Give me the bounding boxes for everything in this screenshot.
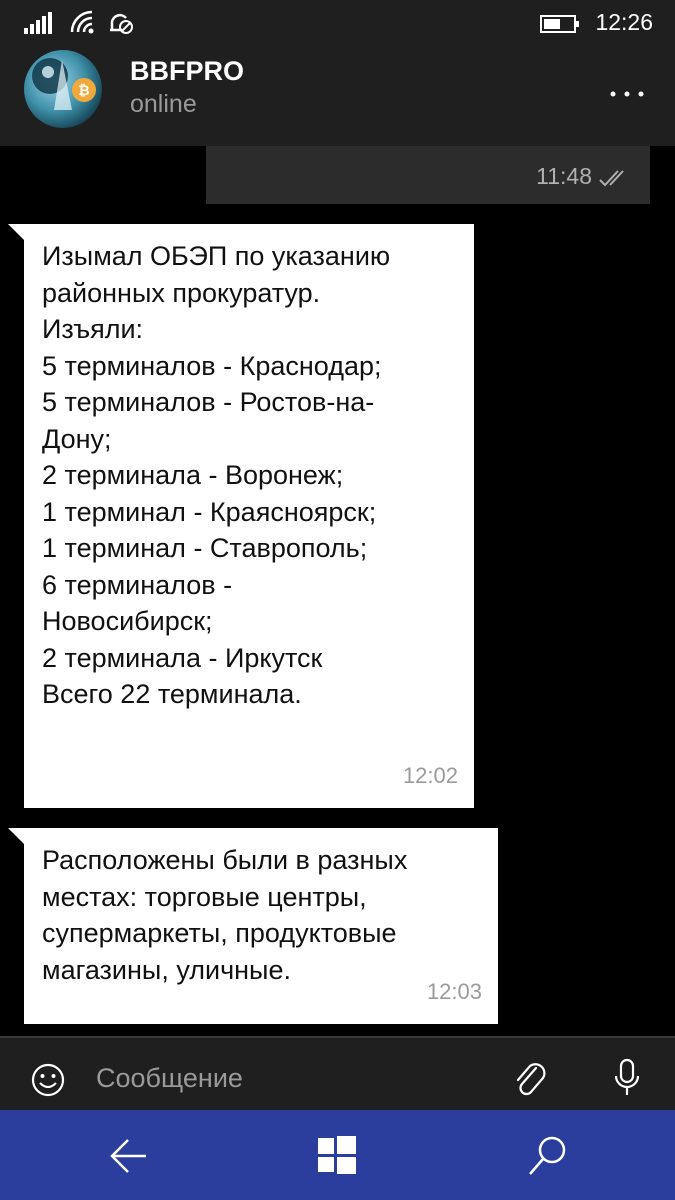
- chat-header: ₿ BBFPRO online: [0, 46, 675, 146]
- attach-icon[interactable]: [512, 1060, 548, 1100]
- double-check-icon: [599, 170, 624, 187]
- search-icon[interactable]: [526, 1134, 570, 1178]
- chat-area[interactable]: 11:48 Изымал ОБЭП по указанию районных п…: [0, 146, 675, 1036]
- incoming-message[interactable]: Расположены были в разных местах: торгов…: [8, 828, 498, 1024]
- mic-icon[interactable]: [612, 1058, 642, 1098]
- message-time: 12:03: [426, 978, 482, 1004]
- notification-icon: [110, 13, 133, 34]
- wifi-icon: [70, 10, 94, 34]
- status-time: 12:26: [595, 9, 653, 35]
- contact-status: online: [130, 90, 197, 118]
- message-time: 12:02: [402, 762, 458, 788]
- more-icon[interactable]: [607, 70, 647, 110]
- message-input-bar: [0, 1036, 675, 1110]
- message-text: Расположены были в разных местах: торгов…: [42, 845, 408, 985]
- emoji-icon[interactable]: [30, 1062, 66, 1098]
- message-time: 11:48: [536, 163, 592, 189]
- back-arrow-icon[interactable]: [106, 1136, 150, 1176]
- bitcoin-avatar[interactable]: ₿: [24, 50, 102, 128]
- windows-icon[interactable]: [318, 1136, 356, 1174]
- system-nav-bar: [0, 1110, 675, 1200]
- battery-icon: [540, 15, 579, 33]
- status-bar: 12:26: [0, 0, 675, 46]
- svg-text:₿: ₿: [78, 83, 89, 99]
- incoming-message[interactable]: Изымал ОБЭП по указанию районных прокура…: [8, 224, 474, 808]
- signal-icon: [24, 12, 52, 34]
- message-input[interactable]: [96, 1058, 476, 1098]
- message-text: Изымал ОБЭП по указанию районных прокура…: [42, 241, 391, 709]
- contact-name[interactable]: BBFPRO: [130, 56, 244, 87]
- outgoing-message[interactable]: 11:48: [206, 146, 650, 204]
